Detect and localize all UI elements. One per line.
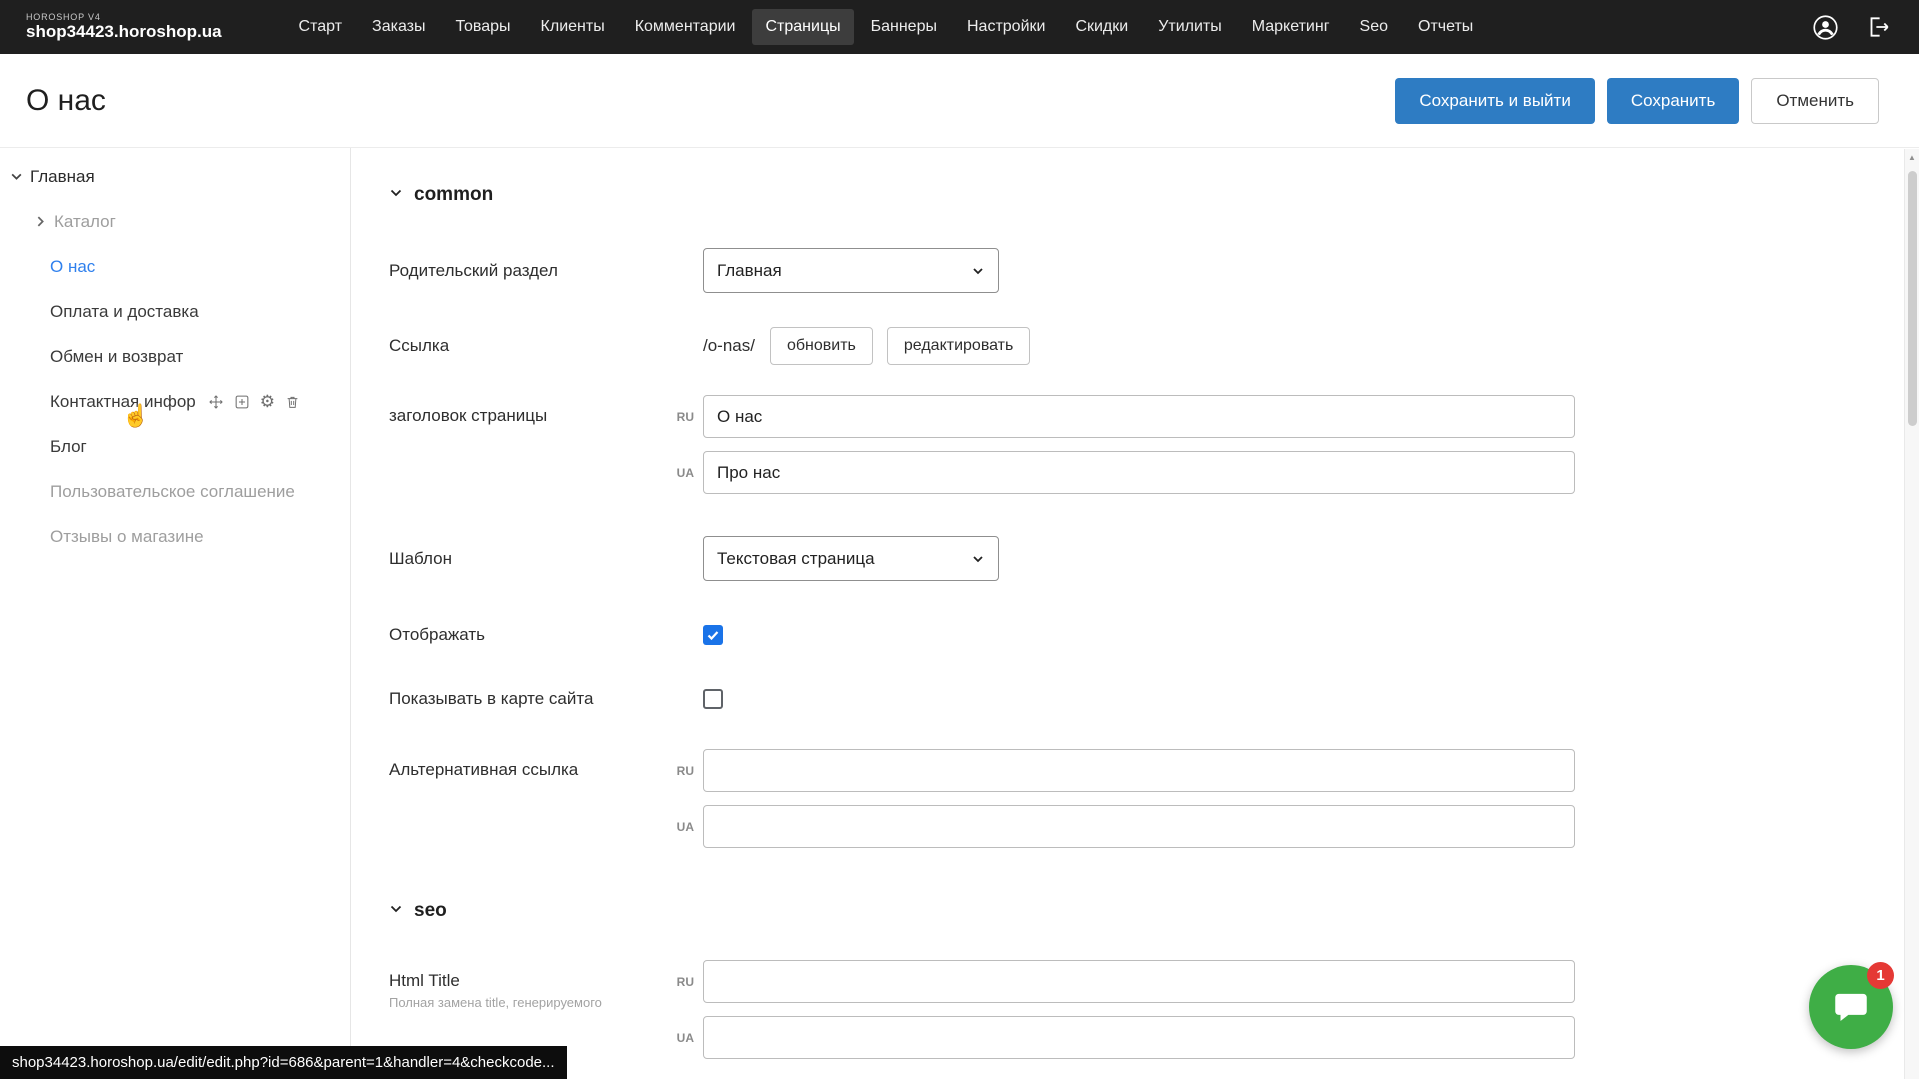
status-url-tooltip: shop34423.horoshop.ua/edit/edit.php?id=6…: [0, 1046, 567, 1079]
select-value: Главная: [717, 261, 782, 281]
logo[interactable]: HOROSHOP V4 shop34423.horoshop.ua: [26, 12, 222, 42]
menu-item-products[interactable]: Товары: [443, 9, 524, 45]
tree-item-otzyvy[interactable]: Отзывы о магазине: [0, 514, 350, 559]
page-title: О нас: [26, 84, 106, 118]
chevron-down-icon: [971, 552, 985, 566]
tree-item-katalog[interactable]: Каталог: [0, 199, 350, 244]
section-title: seo: [414, 900, 447, 922]
tree-item-label: Контактная инфор: [50, 392, 196, 412]
tree-item-hover-actions: ⚙: [208, 393, 300, 410]
link-label: Ссылка: [389, 336, 661, 356]
alt-link-label: Альтернативная ссылка: [389, 749, 661, 780]
menu-item-orders[interactable]: Заказы: [359, 9, 438, 45]
menu-item-reports[interactable]: Отчеты: [1405, 9, 1486, 45]
main-menu: Старт Заказы Товары Клиенты Комментарии …: [286, 9, 1812, 45]
section-common[interactable]: common: [389, 184, 1919, 206]
html-title-note: Полная замена title, генерируемого: [389, 995, 661, 1010]
parent-section-label: Родительский раздел: [389, 261, 661, 281]
tree-item-label: Каталог: [54, 212, 116, 232]
sitemap-checkbox[interactable]: [703, 689, 723, 709]
tree-item-blog[interactable]: Блог: [0, 424, 350, 469]
html-title-label: Html Title: [389, 971, 661, 991]
tree-item-label: Оплата и доставка: [50, 302, 199, 322]
link-refresh-button[interactable]: обновить: [770, 327, 873, 365]
menu-item-comments[interactable]: Комментарии: [622, 9, 749, 45]
menu-item-clients[interactable]: Клиенты: [528, 9, 618, 45]
display-checkbox[interactable]: [703, 625, 723, 645]
tree-item-soglashenie[interactable]: Пользовательское соглашение: [0, 469, 350, 514]
trash-icon[interactable]: [285, 394, 300, 410]
lang-tag-ua: UA: [661, 820, 703, 834]
html-title-ua-input[interactable]: [703, 1016, 1575, 1059]
display-label: Отображать: [389, 625, 661, 645]
chevron-down-icon[interactable]: [10, 170, 28, 183]
scroll-up-arrow[interactable]: ▲: [1905, 149, 1919, 165]
topbar: HOROSHOP V4 shop34423.horoshop.ua Старт …: [0, 0, 1919, 54]
tree-item-oplata[interactable]: Оплата и доставка: [0, 289, 350, 334]
tree-item-label: О нас: [50, 257, 95, 277]
tree-item-label: Отзывы о магазине: [50, 527, 204, 547]
tree-item-o-nas[interactable]: О нас: [0, 244, 350, 289]
menu-item-discounts[interactable]: Скидки: [1062, 9, 1141, 45]
tree-item-label: Блог: [50, 437, 87, 457]
select-value: Текстовая страница: [717, 549, 875, 569]
page-title-ua-input[interactable]: [703, 451, 1575, 494]
link-path-value: /o-nas/: [703, 336, 755, 356]
chevron-down-icon: [389, 184, 403, 206]
lang-tag-ru: RU: [661, 410, 703, 424]
menu-item-seo[interactable]: Seo: [1347, 9, 1401, 45]
add-icon[interactable]: [234, 394, 250, 410]
menu-item-marketing[interactable]: Маркетинг: [1239, 9, 1343, 45]
page-edit-form: common Родительский раздел Главная Ссылк…: [351, 148, 1919, 1078]
link-edit-button[interactable]: редактировать: [887, 327, 1030, 365]
gear-icon[interactable]: ⚙: [260, 393, 275, 410]
page-title-ru-input[interactable]: [703, 395, 1575, 438]
page-header: О нас Сохранить и выйти Сохранить Отмени…: [0, 54, 1919, 148]
lang-tag-ru: RU: [661, 975, 703, 989]
tree-item-label: Пользовательское соглашение: [50, 482, 295, 502]
tree-item-kontaktnaya[interactable]: Контактная инфор ⚙ ☝: [0, 379, 350, 424]
menu-item-pages[interactable]: Страницы: [752, 9, 853, 45]
logout-icon[interactable]: [1865, 14, 1891, 40]
lang-tag-ru: RU: [661, 764, 703, 778]
page-title-label: заголовок страницы: [389, 395, 661, 426]
html-title-ru-input[interactable]: [703, 960, 1575, 1003]
tree-item-obmen[interactable]: Обмен и возврат: [0, 334, 350, 379]
chevron-down-icon: [389, 900, 403, 922]
menu-item-settings[interactable]: Настройки: [954, 9, 1058, 45]
chat-widget-button[interactable]: 1: [1809, 965, 1893, 1049]
logo-version: HOROSHOP V4: [26, 12, 222, 22]
chat-unread-badge: 1: [1867, 962, 1894, 989]
menu-item-start[interactable]: Старт: [286, 9, 355, 45]
save-button[interactable]: Сохранить: [1607, 78, 1739, 124]
lang-tag-ua: UA: [661, 466, 703, 480]
tree-item-label: Обмен и возврат: [50, 347, 183, 367]
save-and-exit-button[interactable]: Сохранить и выйти: [1395, 78, 1594, 124]
vertical-scrollbar[interactable]: ▲: [1904, 149, 1919, 1079]
section-seo[interactable]: seo: [389, 900, 1919, 922]
scrollbar-thumb[interactable]: [1908, 171, 1917, 426]
account-icon[interactable]: [1812, 14, 1839, 41]
template-label: Шаблон: [389, 549, 661, 569]
cancel-button[interactable]: Отменить: [1751, 78, 1879, 124]
chevron-right-icon[interactable]: [34, 215, 52, 228]
tree-item-label: Главная: [30, 167, 95, 187]
lang-tag-ua: UA: [661, 1031, 703, 1045]
move-icon[interactable]: [208, 394, 224, 410]
pages-tree-sidebar: Главная Каталог О нас Оплата и доставка …: [0, 148, 351, 1078]
alt-link-ru-input[interactable]: [703, 749, 1575, 792]
menu-item-utilities[interactable]: Утилиты: [1145, 9, 1235, 45]
sitemap-label: Показывать в карте сайта: [389, 689, 661, 709]
logo-domain: shop34423.horoshop.ua: [26, 22, 222, 42]
section-title: common: [414, 184, 493, 206]
tree-item-glavnaya[interactable]: Главная: [0, 154, 350, 199]
alt-link-ua-input[interactable]: [703, 805, 1575, 848]
menu-item-banners[interactable]: Баннеры: [858, 9, 950, 45]
parent-section-select[interactable]: Главная: [703, 248, 999, 293]
chat-bubble-icon: [1830, 986, 1872, 1028]
chevron-down-icon: [971, 264, 985, 278]
template-select[interactable]: Текстовая страница: [703, 536, 999, 581]
